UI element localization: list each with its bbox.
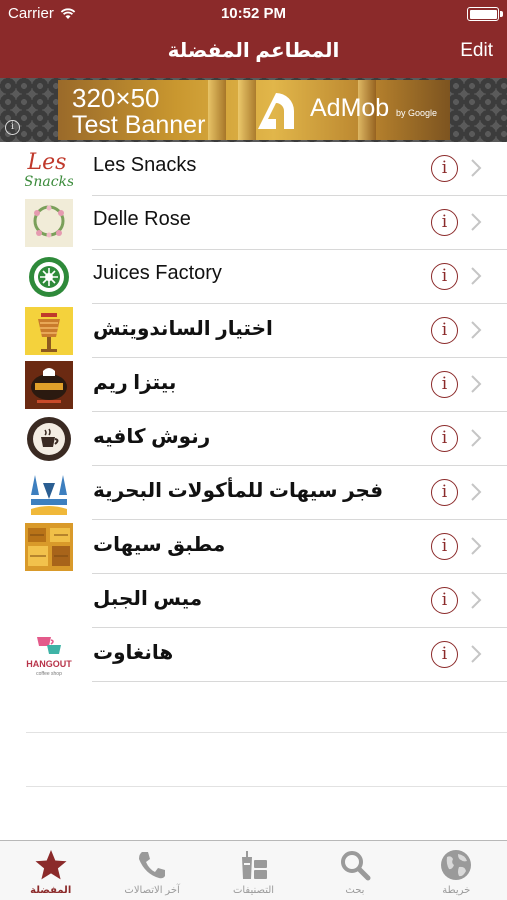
favorites-list: Les Snacks Les Snacks i Delle Rose i Jui…: [0, 142, 507, 682]
globe-icon: [441, 850, 472, 880]
hangout-logo-text: HANGOUT: [26, 659, 72, 669]
chevron-right-icon: [471, 537, 482, 555]
status-bar: Carrier 10:52 PM: [0, 0, 507, 28]
chevron-right-icon: [471, 483, 482, 501]
ad-size-text: 320×50: [72, 83, 160, 113]
restaurant-name: فجر سيهات للمأكولات البحرية: [93, 480, 384, 502]
info-icon[interactable]: i: [431, 209, 458, 236]
edit-button[interactable]: Edit: [460, 40, 493, 62]
row-divider: [92, 681, 507, 682]
info-icon[interactable]: i: [431, 641, 458, 668]
hangout-logo: HANGOUT coffee shop: [25, 631, 73, 679]
list-item[interactable]: فجر سيهات للمأكولات البحرية i: [0, 466, 507, 520]
categories-icon: [241, 851, 267, 879]
list-item[interactable]: Delle Rose i: [0, 196, 507, 250]
ranoush-cafe-logo: [25, 415, 73, 463]
pizza-reem-logo: [25, 361, 73, 409]
admob-logo-icon: [258, 93, 294, 129]
tab-label: بحث: [345, 885, 365, 896]
info-icon[interactable]: i: [431, 533, 458, 560]
list-item[interactable]: مطبق سيهات i: [0, 520, 507, 574]
phone-icon: [139, 852, 166, 879]
tab-favorites[interactable]: المفضلة: [0, 841, 101, 900]
chevron-right-icon: [471, 321, 482, 339]
mutabbaq-saihat-logo: [25, 523, 73, 571]
restaurant-name: اختيار الساندويتش: [93, 318, 273, 340]
tab-recent-calls[interactable]: آخر الاتصالات: [101, 841, 202, 900]
tab-label: التصنيفات: [232, 885, 275, 896]
fajr-seafood-logo: [25, 469, 73, 517]
info-icon[interactable]: i: [431, 587, 458, 614]
info-icon[interactable]: i: [431, 425, 458, 452]
list-item[interactable]: Juices Factory i: [0, 250, 507, 304]
chevron-right-icon: [471, 429, 482, 447]
info-icon[interactable]: i: [431, 371, 458, 398]
chevron-right-icon: [471, 213, 482, 231]
info-icon[interactable]: i: [431, 479, 458, 506]
page-title: المطاعم المفضلة: [167, 40, 340, 62]
tab-bar: المفضلة آخر الاتصالات التصنيفات بحث خريط…: [0, 840, 507, 900]
restaurant-name: بيتزا ريم: [93, 372, 177, 394]
info-icon[interactable]: i: [431, 317, 458, 344]
chevron-right-icon: [471, 267, 482, 285]
restaurant-name: Juices Factory: [93, 262, 222, 284]
ad-info-icon[interactable]: i: [5, 120, 20, 135]
list-item[interactable]: ميس الجبل i: [0, 574, 507, 628]
list-item[interactable]: Les Snacks Les Snacks i: [0, 142, 507, 196]
les-snacks-logo: Les Snacks: [25, 145, 73, 193]
restaurant-name: Les Snacks: [93, 154, 197, 176]
list-item[interactable]: رنوش كافيه i: [0, 412, 507, 466]
tab-label: المفضلة: [30, 885, 72, 896]
tab-search[interactable]: بحث: [304, 841, 405, 900]
les-snacks-logo-sub: Snacks: [25, 174, 73, 190]
list-item[interactable]: بيتزا ريم i: [0, 358, 507, 412]
chevron-right-icon: [471, 645, 482, 663]
tab-map[interactable]: خريطة: [406, 841, 507, 900]
chevron-right-icon: [471, 591, 482, 609]
tab-categories[interactable]: التصنيفات: [203, 841, 304, 900]
navigation-bar: المطاعم المفضلة Edit: [0, 28, 507, 78]
info-icon[interactable]: i: [431, 155, 458, 182]
juices-factory-logo: [25, 253, 73, 301]
list-item[interactable]: HANGOUT coffee shop هانغاوت i: [0, 628, 507, 682]
tab-label: آخر الاتصالات: [124, 885, 180, 896]
restaurant-name: Delle Rose: [93, 208, 191, 230]
ad-banner[interactable]: 320×50 Test Banner AdMob by Google: [58, 80, 450, 140]
restaurant-name: رنوش كافيه: [93, 426, 211, 448]
star-icon: [35, 850, 67, 880]
search-icon: [340, 851, 371, 881]
hangout-logo-sub: coffee shop: [36, 671, 62, 677]
sandwich-choice-logo: [25, 307, 73, 355]
battery-icon: [467, 7, 503, 21]
tab-label: خريطة: [442, 885, 471, 896]
ad-brand: AdMob: [310, 94, 390, 122]
restaurant-name: ميس الجبل: [93, 588, 203, 610]
ad-banner-decoration: [208, 80, 226, 140]
ad-by-google: by Google: [396, 108, 438, 118]
restaurant-name: مطبق سيهات: [93, 534, 226, 556]
chevron-right-icon: [471, 375, 482, 393]
delle-rose-logo: [25, 199, 73, 247]
clock: 10:52 PM: [220, 5, 287, 22]
les-snacks-logo-text: Les: [27, 150, 67, 175]
list-item[interactable]: اختيار الساندويتش i: [0, 304, 507, 358]
chevron-right-icon: [471, 159, 482, 177]
restaurant-name: هانغاوت: [93, 642, 174, 664]
empty-row-divider: [26, 786, 507, 787]
info-icon[interactable]: i: [431, 263, 458, 290]
empty-row-divider: [26, 732, 507, 733]
ad-test-text: Test Banner: [72, 111, 206, 139]
